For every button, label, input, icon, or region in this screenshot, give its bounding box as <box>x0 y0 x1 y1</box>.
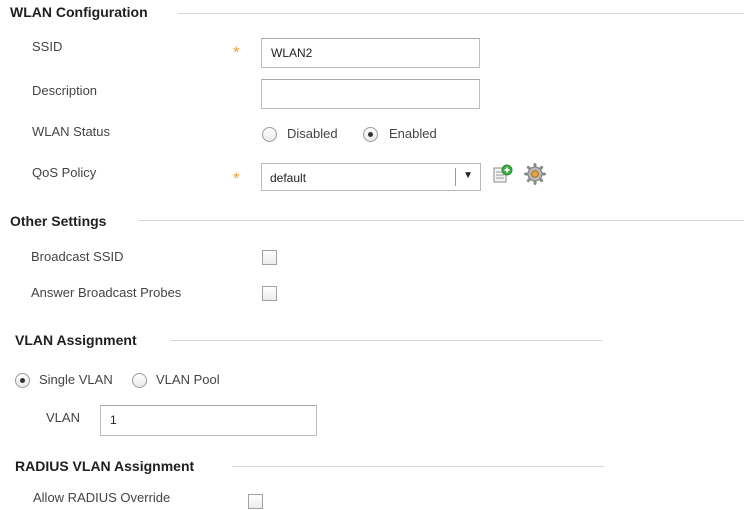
section-divider <box>170 340 602 341</box>
select-divider <box>455 168 456 186</box>
vlan-label: VLAN <box>46 410 80 425</box>
status-disabled-radio[interactable] <box>262 127 277 142</box>
ssid-input[interactable]: WLAN2 <box>261 38 480 68</box>
status-enabled-radio[interactable] <box>363 127 378 142</box>
section-divider <box>232 466 604 467</box>
gear-icon[interactable] <box>523 162 547 186</box>
chevron-down-icon[interactable]: ▼ <box>463 170 473 181</box>
vlan-input[interactable]: 1 <box>100 405 317 436</box>
required-icon: * <box>233 43 240 62</box>
other-settings-title: Other Settings <box>10 213 107 229</box>
description-input[interactable] <box>261 79 480 109</box>
required-icon: * <box>233 169 240 188</box>
wlan-configuration-title: WLAN Configuration <box>10 4 148 20</box>
qos-policy-select[interactable]: default ▼ <box>261 163 481 191</box>
description-label: Description <box>32 83 98 98</box>
radio-selected-dot <box>368 132 373 137</box>
add-policy-icon[interactable] <box>492 164 514 184</box>
answer-broadcast-probes-label: Answer Broadcast Probes <box>31 285 182 300</box>
broadcast-ssid-checkbox[interactable] <box>262 250 277 265</box>
allow-radius-override-label: Allow RADIUS Override <box>33 490 171 505</box>
radius-vlan-assignment-title: RADIUS VLAN Assignment <box>15 458 195 474</box>
section-divider <box>178 13 744 14</box>
vlan-assignment-title: VLAN Assignment <box>15 332 137 348</box>
vlan-pool-label[interactable]: VLAN Pool <box>156 372 220 387</box>
broadcast-ssid-label: Broadcast SSID <box>31 249 124 264</box>
status-enabled-label[interactable]: Enabled <box>389 126 437 141</box>
qos-policy-value: default <box>270 171 307 185</box>
radio-selected-dot <box>20 378 25 383</box>
status-disabled-label[interactable]: Disabled <box>287 126 338 141</box>
qos-policy-label: QoS Policy <box>32 165 97 180</box>
wlan-status-label: WLAN Status <box>32 124 111 139</box>
single-vlan-label[interactable]: Single VLAN <box>39 372 113 387</box>
allow-radius-override-checkbox[interactable] <box>248 494 263 509</box>
single-vlan-radio[interactable] <box>15 373 30 388</box>
section-divider <box>138 220 744 221</box>
vlan-pool-radio[interactable] <box>132 373 147 388</box>
answer-broadcast-probes-checkbox[interactable] <box>262 286 277 301</box>
ssid-label: SSID <box>32 39 63 54</box>
